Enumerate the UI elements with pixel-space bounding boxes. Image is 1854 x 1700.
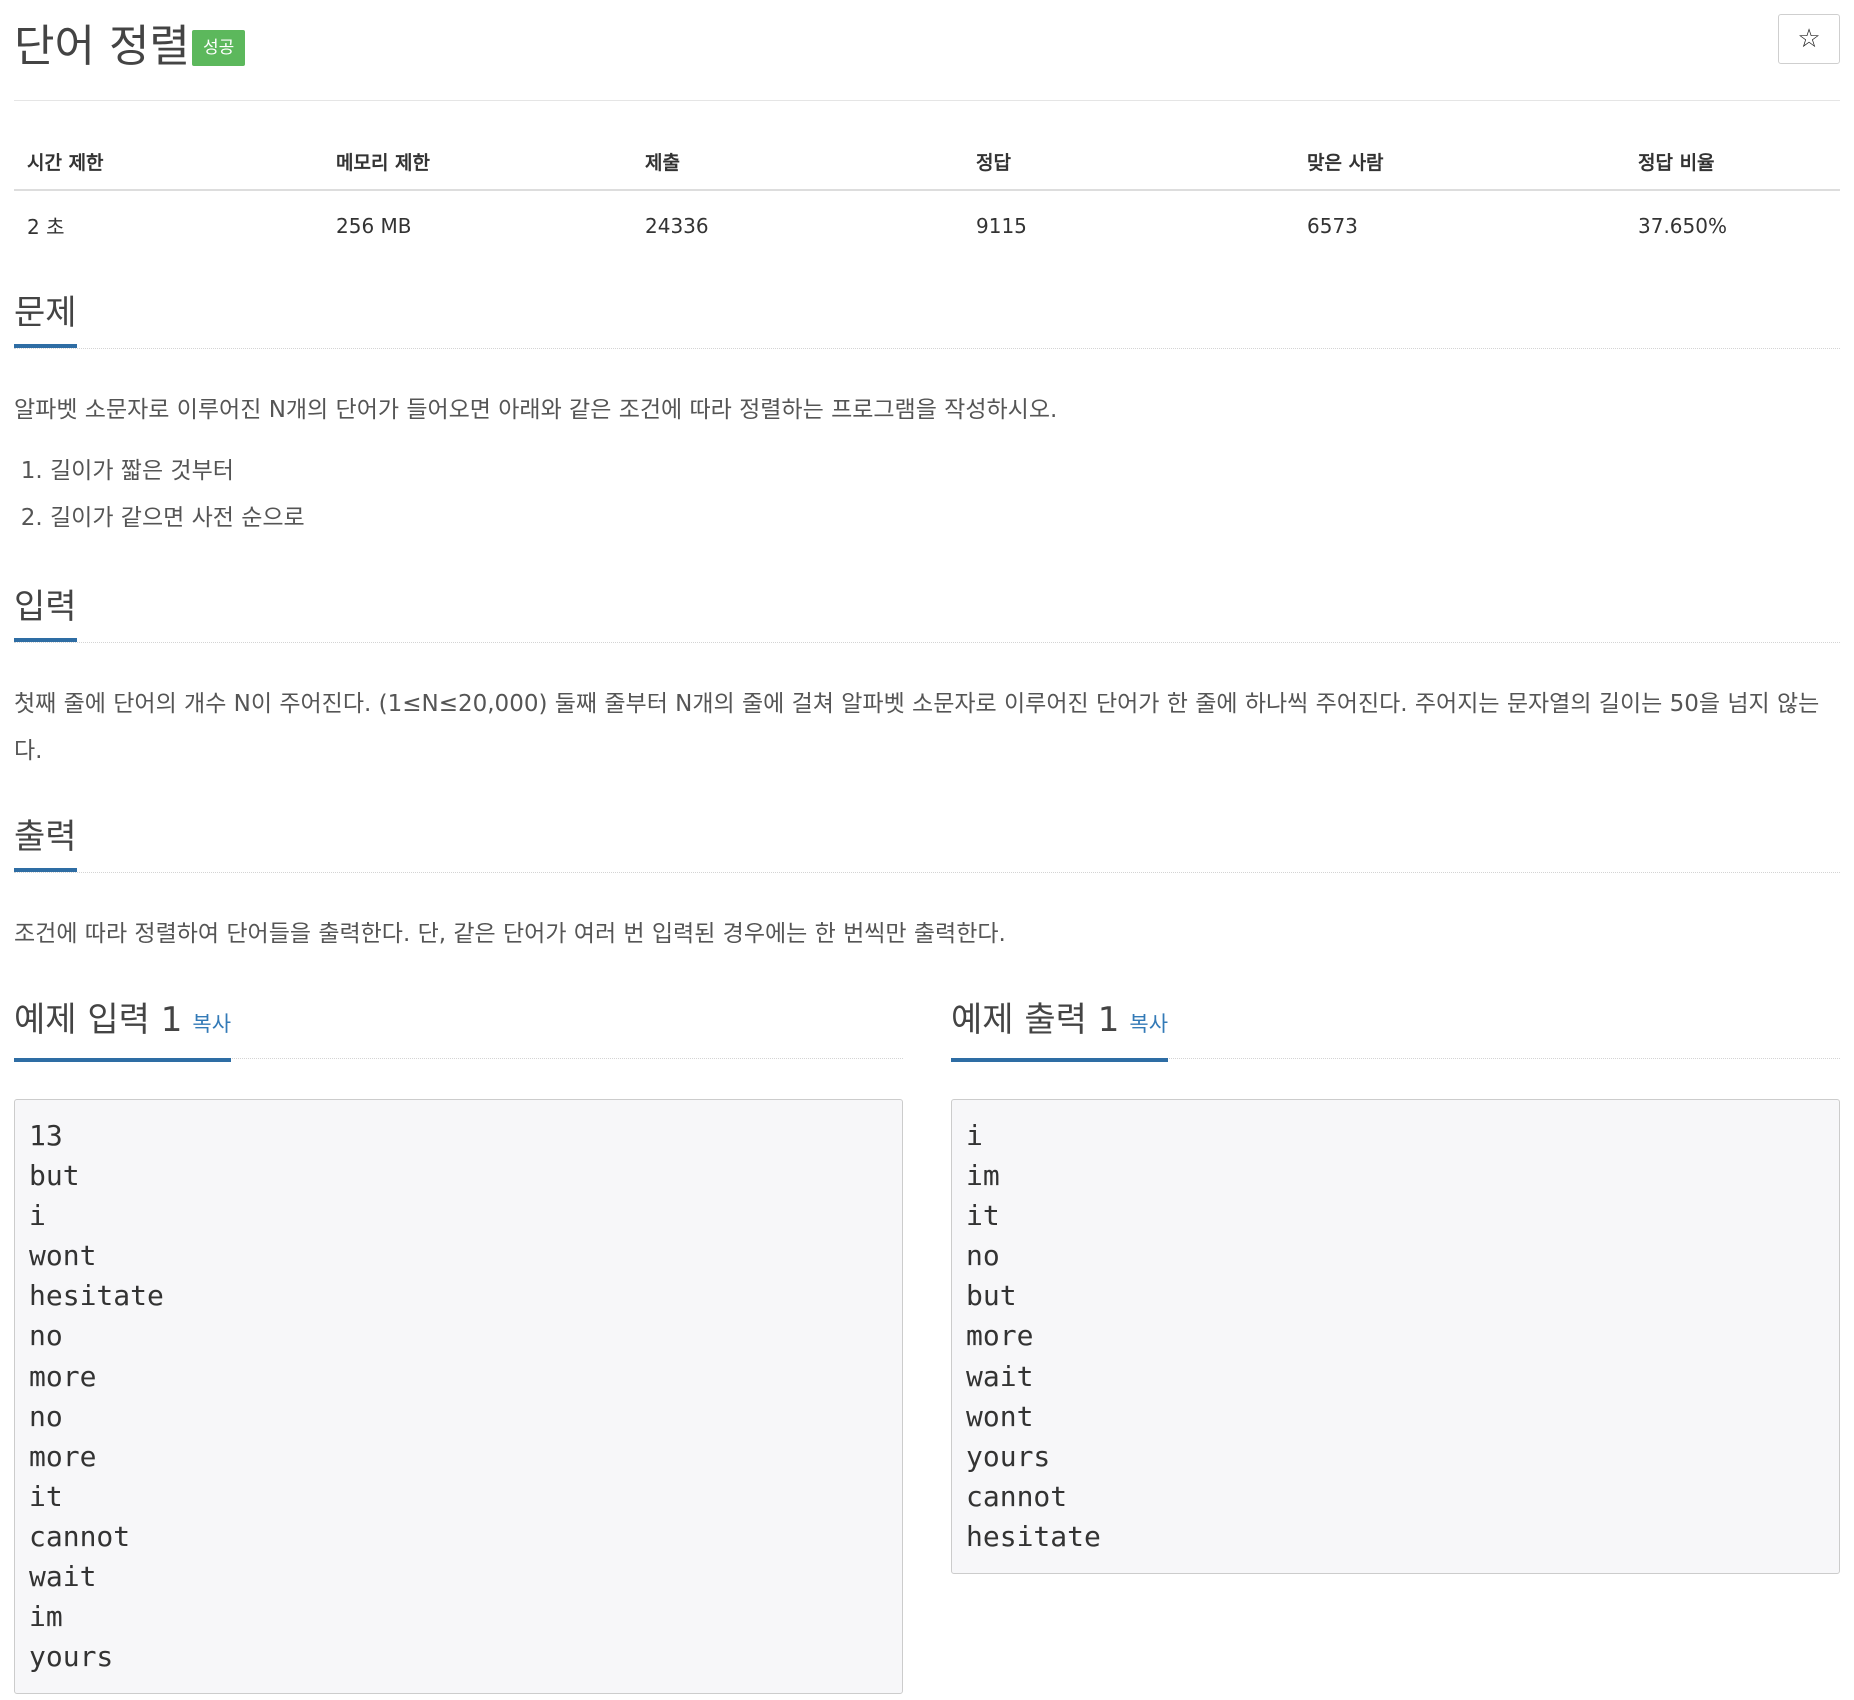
input-body: 첫째 줄에 단어의 개수 N이 주어진다. (1≤N≤20,000) 둘째 줄부…	[14, 691, 1820, 764]
section-title: 문제	[14, 290, 77, 348]
section-title: 예제 입력 1 복사	[14, 996, 232, 1062]
output-body: 조건에 따라 정렬하여 단어들을 출력한다. 단, 같은 단어가 여러 번 입력…	[14, 921, 1006, 947]
stats-value-row: 2 초 256 MB 24336 9115 6573 37.650%	[14, 190, 1840, 258]
list-item: 길이가 짧은 것부터	[50, 448, 1840, 495]
problem-header: 단어 정렬 성공 ☆	[14, 0, 1840, 101]
section-header: 예제 입력 1 복사	[14, 988, 903, 1062]
description-text: 알파벳 소문자로 이루어진 N개의 단어가 들어오면 아래와 같은 조건에 따라…	[14, 397, 1058, 423]
section-title: 출력	[14, 814, 77, 872]
problem-title: 단어 정렬	[14, 21, 190, 72]
stats-value-memory-limit: 256 MB	[336, 213, 412, 238]
copy-link[interactable]: 복사	[192, 1012, 231, 1036]
stats-header-accepted: 정답	[963, 130, 1294, 191]
problem-description-section: 문제 알파벳 소문자로 이루어진 N개의 단어가 들어오면 아래와 같은 조건에…	[14, 290, 1840, 542]
list-item: 길이가 같으면 사전 순으로	[50, 495, 1840, 542]
stats-value-accepted: 9115	[976, 213, 1027, 238]
stats-value-time-limit: 2 초	[27, 215, 65, 239]
stats-header-ratio: 정답 비율	[1625, 130, 1840, 191]
problem-page: 단어 정렬 성공 ☆ 시간 제한 메모리 제한 제출 정답 맞은 사람 정답 비…	[0, 0, 1854, 1700]
stats-header-memory-limit: 메모리 제한	[323, 130, 632, 191]
condition-list: 길이가 짧은 것부터 길이가 같으면 사전 순으로	[14, 448, 1840, 542]
section-title: 예제 출력 1 복사	[951, 996, 1169, 1062]
sample-input-box[interactable]: 13 but i wont hesitate no more no more i…	[14, 1099, 903, 1695]
sample-input-section: 예제 입력 1 복사 13 but i wont hesitate no more…	[14, 988, 903, 1695]
section-header: 문제	[14, 290, 1840, 349]
favorite-button[interactable]: ☆	[1778, 14, 1840, 64]
output-section: 출력 조건에 따라 정렬하여 단어들을 출력한다. 단, 같은 단어가 여러 번…	[14, 814, 1840, 958]
stats-value-submissions: 24336	[645, 213, 709, 238]
input-section: 입력 첫째 줄에 단어의 개수 N이 주어진다. (1≤N≤20,000) 둘째…	[14, 584, 1840, 775]
sample-output-box[interactable]: i im it no but more wait wont yours cann…	[951, 1099, 1840, 1575]
stats-value-ratio: 37.650%	[1638, 213, 1727, 238]
stats-header-time-limit: 시간 제한	[14, 130, 323, 191]
stats-value-solvers: 6573	[1307, 213, 1358, 238]
star-icon: ☆	[1797, 24, 1821, 54]
sample-input-title: 예제 입력 1	[14, 1000, 183, 1040]
section-header: 출력	[14, 814, 1840, 873]
stats-header-submissions: 제출	[632, 130, 963, 191]
copy-link[interactable]: 복사	[1129, 1012, 1168, 1036]
section-header: 예제 출력 1 복사	[951, 988, 1840, 1062]
section-header: 입력	[14, 584, 1840, 643]
problem-stats-table: 시간 제한 메모리 제한 제출 정답 맞은 사람 정답 비율 2 초 256 M…	[14, 130, 1840, 258]
stats-header-solvers: 맞은 사람	[1294, 130, 1625, 191]
description-body: 알파벳 소문자로 이루어진 N개의 단어가 들어오면 아래와 같은 조건에 따라…	[14, 387, 1840, 542]
status-badge: 성공	[192, 30, 246, 66]
sample-output-section: 예제 출력 1 복사 i im it no but more wait wont …	[951, 988, 1840, 1575]
sample-output-title: 예제 출력 1	[951, 1000, 1120, 1040]
section-title: 입력	[14, 584, 77, 642]
stats-header-row: 시간 제한 메모리 제한 제출 정답 맞은 사람 정답 비율	[14, 130, 1840, 191]
